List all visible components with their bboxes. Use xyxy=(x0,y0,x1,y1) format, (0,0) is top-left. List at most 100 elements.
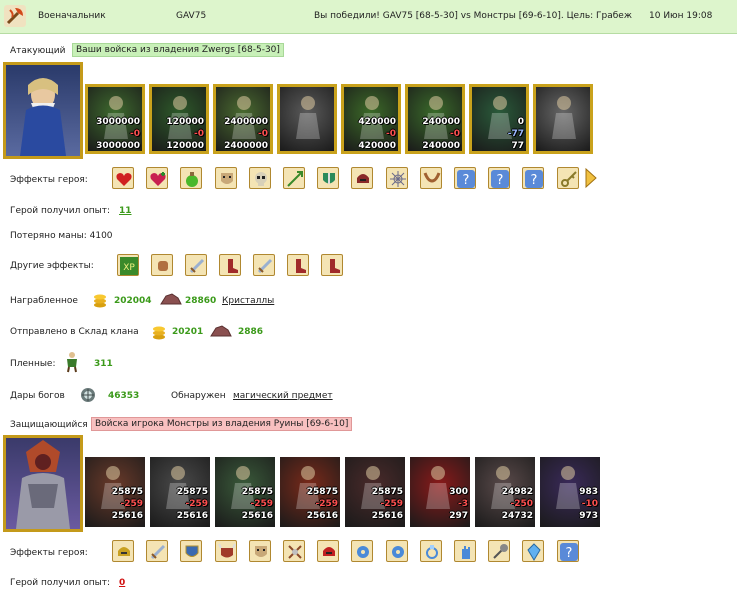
mace-icon[interactable] xyxy=(488,540,511,562)
unit-count-end: 297 xyxy=(449,511,468,521)
web-icon[interactable] xyxy=(385,167,408,189)
sword-icon[interactable] xyxy=(185,254,207,276)
boot-icon[interactable] xyxy=(321,254,343,276)
unit-2[interactable]: 25875 -259 25616 xyxy=(150,457,210,527)
crystal-icon xyxy=(160,293,182,308)
unit-5[interactable]: 420000 -0 420000 xyxy=(341,84,401,154)
unit-figure-icon xyxy=(296,96,320,139)
unit-count-lost: -259 xyxy=(120,499,143,509)
heart-plus-icon[interactable] xyxy=(146,167,169,189)
axes-icon[interactable] xyxy=(283,540,305,562)
sword-icon[interactable] xyxy=(146,540,169,562)
defender-exp-value[interactable]: 0 xyxy=(119,578,125,588)
arrows-icon[interactable] xyxy=(283,167,305,189)
battle-axe-icon xyxy=(4,5,26,27)
attacker-hero-portrait[interactable] xyxy=(3,62,83,159)
found-label: Обнаружен xyxy=(171,391,226,401)
question-icon[interactable]: ? xyxy=(556,540,579,562)
horned-mask-icon[interactable] xyxy=(214,540,237,562)
unit-7[interactable]: 0 -77 77 xyxy=(469,84,529,154)
fist-icon[interactable] xyxy=(151,254,173,276)
loot-label: Награбленное xyxy=(10,296,78,306)
player-name: GAV75 xyxy=(176,11,207,21)
defender-label: Защищающийся xyxy=(10,420,88,430)
rank-label: Военачальник xyxy=(38,11,106,21)
shield-sword-icon[interactable] xyxy=(317,167,340,189)
unit-count-start: 25875 xyxy=(111,487,143,497)
unit-4[interactable]: 25875 -259 25616 xyxy=(280,457,340,527)
skull-mask-icon[interactable] xyxy=(248,167,271,189)
gifts-value: 46353 xyxy=(108,391,140,401)
helmet-gold-icon[interactable] xyxy=(112,540,134,562)
crystal-icon xyxy=(210,325,232,340)
attacker-army-link[interactable]: Ваши войска из владения Zwergs [68-5-30] xyxy=(72,43,284,57)
question-icon[interactable]: ? xyxy=(488,167,511,189)
unit-figure-icon xyxy=(552,96,576,139)
unit-6[interactable]: 300 -3 297 xyxy=(410,457,470,527)
attacker-label: Атакующий xyxy=(10,46,66,56)
potion-icon[interactable] xyxy=(180,167,203,189)
defender-hero-portrait[interactable] xyxy=(3,435,83,532)
defender-army-link[interactable]: Войска игрока Монстры из владения Руины … xyxy=(91,417,353,431)
unit-count-end: 77 xyxy=(511,141,524,151)
unit-count-start: 2400000 xyxy=(224,117,268,127)
question-icon[interactable]: ? xyxy=(522,167,545,189)
unit-count-end: 25616 xyxy=(306,511,338,521)
unit-count-lost: -259 xyxy=(380,499,403,509)
unit-count-end: 3000000 xyxy=(96,141,140,151)
unit-count-start: 120000 xyxy=(166,117,204,127)
unit-count-start: 983 xyxy=(579,487,598,497)
ring-icon[interactable] xyxy=(419,540,442,562)
xp-icon[interactable]: XP xyxy=(117,254,139,276)
gift-orb-icon xyxy=(80,387,96,406)
unit-8[interactable] xyxy=(533,84,593,154)
unit-4[interactable] xyxy=(277,84,337,154)
clan-crystal-value: 2886 xyxy=(238,327,264,337)
unit-1[interactable]: 3000000 -0 3000000 xyxy=(85,84,145,154)
mask-icon[interactable] xyxy=(248,540,271,562)
loot-crystal-link[interactable]: Кристаллы xyxy=(222,296,274,306)
unit-count-start: 240000 xyxy=(422,117,460,127)
effects-next-arrow[interactable] xyxy=(585,167,597,189)
unit-count-start: 0 xyxy=(517,117,524,127)
unit-7[interactable]: 24982 -250 24732 xyxy=(475,457,535,527)
gold-coins-icon xyxy=(93,292,107,311)
unit-count-lost: -77 xyxy=(507,129,524,139)
top-bar: Военачальник GAV75 Вы победили! GAV75 [6… xyxy=(0,0,737,34)
unit-count-end: 420000 xyxy=(358,141,396,151)
unit-count-end: 2400000 xyxy=(224,141,268,151)
question-icon[interactable]: ? xyxy=(454,167,476,189)
attacker-exp-label: Герой получил опыт: xyxy=(10,206,110,216)
boot-icon[interactable] xyxy=(287,254,309,276)
unit-count-end: 25616 xyxy=(111,511,143,521)
unit-2[interactable]: 120000 -0 120000 xyxy=(149,84,209,154)
unit-count-end: 25616 xyxy=(176,511,208,521)
unit-3[interactable]: 2400000 -0 2400000 xyxy=(213,84,273,154)
hand-icon[interactable] xyxy=(454,540,476,562)
unit-1[interactable]: 25875 -259 25616 xyxy=(85,457,145,527)
sword-icon[interactable] xyxy=(253,254,275,276)
unit-6[interactable]: 240000 -0 240000 xyxy=(405,84,465,154)
helm-red-icon[interactable] xyxy=(317,540,340,562)
unit-8[interactable]: 983 -10 973 xyxy=(540,457,600,527)
boot-icon[interactable] xyxy=(219,254,241,276)
helmet-icon[interactable] xyxy=(351,167,374,189)
crystal-icon[interactable] xyxy=(522,540,545,562)
unit-5[interactable]: 25875 -259 25616 xyxy=(345,457,405,527)
gear-icon[interactable] xyxy=(351,540,374,562)
unit-count-lost: -0 xyxy=(450,129,460,139)
unit-count-end: 973 xyxy=(579,511,598,521)
horns-icon[interactable] xyxy=(419,167,442,189)
key-icon[interactable] xyxy=(556,167,579,189)
clan-gold-value: 20201 xyxy=(172,327,204,337)
unit-count-start: 25875 xyxy=(176,487,208,497)
mask-icon[interactable] xyxy=(214,167,237,189)
attacker-exp-value[interactable]: 11 xyxy=(119,206,132,216)
shield-icon[interactable] xyxy=(180,540,203,562)
gifts-label: Дары богов xyxy=(10,391,65,401)
unit-3[interactable]: 25875 -259 25616 xyxy=(215,457,275,527)
unit-count-start: 24982 xyxy=(501,487,533,497)
heart-icon[interactable] xyxy=(112,167,134,189)
magic-item-link[interactable]: магический предмет xyxy=(233,391,333,401)
gear-icon[interactable] xyxy=(385,540,408,562)
